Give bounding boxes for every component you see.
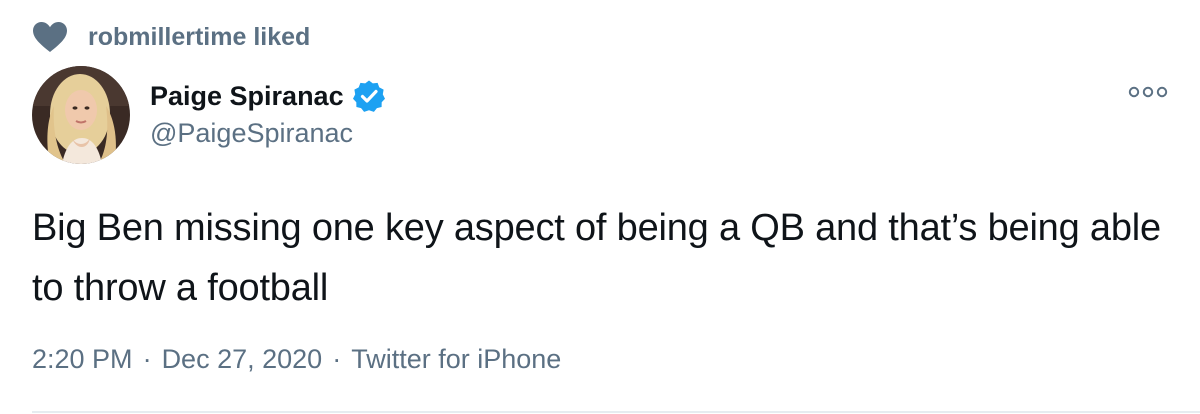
- display-name[interactable]: Paige Spiranac: [150, 81, 344, 112]
- heart-icon: [33, 22, 67, 52]
- more-options-icon[interactable]: [1128, 84, 1168, 100]
- meta-separator: ·: [142, 344, 152, 374]
- handle[interactable]: @PaigeSpiranac: [150, 118, 386, 149]
- tweet-metadata: 2:20 PM · Dec 27, 2020 · Twitter for iPh…: [32, 344, 561, 375]
- tweet-date[interactable]: Dec 27, 2020: [162, 344, 323, 375]
- verified-badge-icon: [352, 80, 385, 112]
- social-context: robmillertime liked: [32, 20, 310, 54]
- avatar-image: [32, 66, 130, 164]
- tweet-source[interactable]: Twitter for iPhone: [351, 344, 561, 375]
- author-info: Paige Spiranac @PaigeSpiranac: [150, 78, 386, 149]
- avatar[interactable]: [32, 66, 130, 164]
- meta-separator: ·: [332, 344, 342, 374]
- tweet-text: Big Ben missing one key aspect of being …: [32, 207, 1161, 309]
- name-row: Paige Spiranac: [150, 78, 386, 114]
- tweet-time[interactable]: 2:20 PM: [32, 344, 133, 375]
- social-context-label[interactable]: robmillertime liked: [88, 23, 310, 52]
- divider: [32, 411, 1200, 413]
- tweet-card: robmillertime liked Paige Spiranac @Paig…: [0, 0, 1200, 414]
